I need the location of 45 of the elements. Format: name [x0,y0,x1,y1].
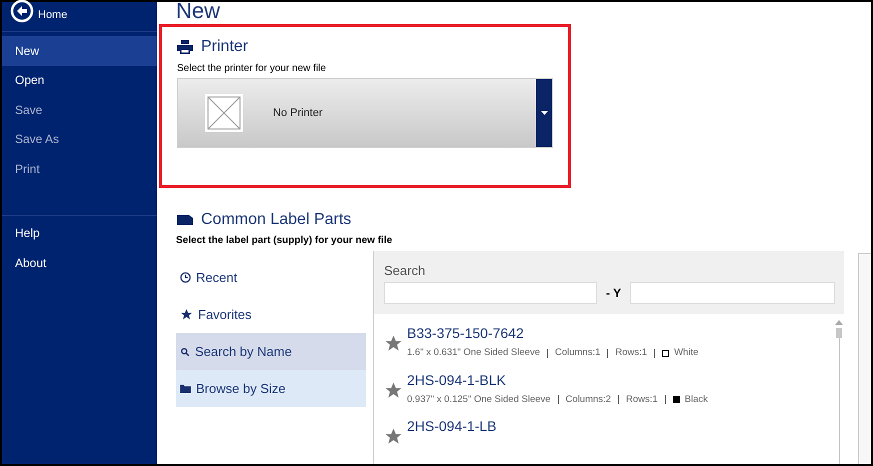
menu-item[interactable]: Open [2,66,157,95]
search-field[interactable] [384,282,597,304]
search-label: Search [384,262,426,280]
printer-icon [177,40,193,54]
part-size: 1.6" x 0.631" One Sided Sleeve [407,346,540,360]
folder-icon [180,384,191,393]
part-color: Black [684,392,708,407]
section-hint: Select the printer for your new file [177,62,327,76]
part-name[interactable]: 2HS-094-1-BLK [407,370,708,389]
nav-item[interactable]: Browse by Size [176,370,366,407]
clock-icon [180,272,191,283]
star-icon[interactable] [384,380,403,400]
home-label[interactable]: Home [38,6,68,23]
star-icon[interactable] [384,427,403,446]
scrollbar-thumb[interactable] [836,328,842,338]
section-title: Common Label Parts [201,210,352,230]
section-hint: Select the label part (supply) for your new file [176,234,394,248]
printer-dropdown[interactable]: No Printer [177,78,553,148]
search-field[interactable] [630,282,836,304]
menu-item[interactable]: New [2,36,157,66]
label-icon [177,215,193,225]
section-title: Printer [201,37,248,57]
part-columns: Columns:2 [566,392,611,407]
scroll-up-icon[interactable] [835,320,843,325]
range-separator: - Y [606,284,622,302]
part-columns: Columns:1 [554,346,600,360]
part-rows: Rows:1 [615,346,648,360]
menu-item[interactable]: Help [2,218,157,248]
nav-item[interactable]: Search by Name [176,333,366,370]
back-arrow-icon[interactable] [10,0,34,23]
nav-item[interactable]: Favorites [176,296,366,333]
nav-item[interactable]: Recent [176,259,366,296]
menu-item[interactable]: About [2,248,157,278]
part-name[interactable]: B33-375-150-7642 [407,324,698,342]
part-name[interactable]: 2HS-094-1-LB [407,417,496,436]
star-icon [180,308,193,321]
part-color: White [674,346,698,360]
image-placeholder-icon [205,94,243,132]
page-title: New [176,0,222,22]
part-size: 0.937" x 0.125" One Sided Sleeve [407,392,551,407]
search-icon [180,346,190,356]
printer-name: No Printer [273,106,323,121]
star-icon[interactable] [384,334,403,353]
part-rows: Rows:1 [626,392,658,407]
caret-down-icon[interactable] [540,111,548,115]
